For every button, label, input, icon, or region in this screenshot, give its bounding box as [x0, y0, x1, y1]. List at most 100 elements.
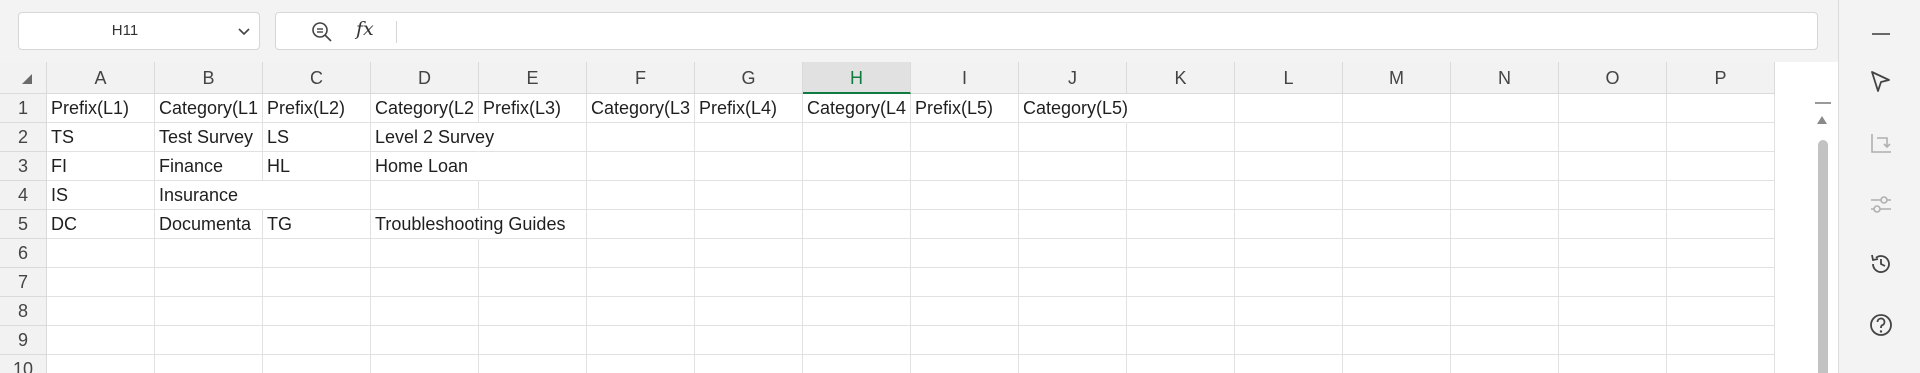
- cell-l9[interactable]: [1235, 326, 1343, 355]
- cell-f5[interactable]: [587, 210, 695, 239]
- cell-k8[interactable]: [1127, 297, 1235, 326]
- column-header-f[interactable]: F: [587, 62, 695, 94]
- cell-i3[interactable]: [911, 152, 1019, 181]
- cell-g10[interactable]: [695, 355, 803, 373]
- column-header-k[interactable]: K: [1127, 62, 1235, 94]
- cell-i8[interactable]: [911, 297, 1019, 326]
- cell-l5[interactable]: [1235, 210, 1343, 239]
- cell-p9[interactable]: [1667, 326, 1775, 355]
- cell-g4[interactable]: [695, 181, 803, 210]
- cell-g9[interactable]: [695, 326, 803, 355]
- fx-icon[interactable]: fx: [356, 18, 374, 40]
- cell-b3[interactable]: Finance: [155, 152, 263, 181]
- help-icon[interactable]: [1867, 311, 1895, 339]
- cell-n4[interactable]: [1451, 181, 1559, 210]
- cell-c1[interactable]: Prefix(L2): [263, 94, 371, 123]
- cell-a9[interactable]: [47, 326, 155, 355]
- cell-m8[interactable]: [1343, 297, 1451, 326]
- row-header-8[interactable]: 8: [0, 297, 47, 326]
- cell-o1[interactable]: [1559, 94, 1667, 123]
- row-header-10[interactable]: 10: [0, 355, 47, 373]
- cell-n1[interactable]: [1451, 94, 1559, 123]
- cell-i2[interactable]: [911, 123, 1019, 152]
- cell-k1[interactable]: [1127, 94, 1235, 123]
- chevron-down-icon[interactable]: [235, 22, 253, 40]
- cell-j5[interactable]: [1019, 210, 1127, 239]
- column-header-a[interactable]: A: [47, 62, 155, 94]
- cell-a4[interactable]: IS: [47, 181, 155, 210]
- scrollbar-thumb[interactable]: [1818, 140, 1828, 373]
- cell-d10[interactable]: [371, 355, 479, 373]
- cell-j3[interactable]: [1019, 152, 1127, 181]
- cell-f2[interactable]: [587, 123, 695, 152]
- cell-l7[interactable]: [1235, 268, 1343, 297]
- minimize-icon[interactable]: [1867, 20, 1895, 48]
- cell-p3[interactable]: [1667, 152, 1775, 181]
- cell-i9[interactable]: [911, 326, 1019, 355]
- column-header-n[interactable]: N: [1451, 62, 1559, 94]
- cell-g8[interactable]: [695, 297, 803, 326]
- cell-d5[interactable]: Troubleshooting Guides: [371, 210, 565, 239]
- cell-j8[interactable]: [1019, 297, 1127, 326]
- cell-b8[interactable]: [155, 297, 263, 326]
- row-header-7[interactable]: 7: [0, 268, 47, 297]
- spreadsheet-grid[interactable]: ABCDEFGHIJKLMNOP 1 2 3 4 5 6 7 8 9 10 Prefix(L1) C…: [0, 62, 1838, 373]
- cell-a2[interactable]: TS: [47, 123, 155, 152]
- row-header-3[interactable]: 3: [0, 152, 47, 181]
- cell-l10[interactable]: [1235, 355, 1343, 373]
- cell-i6[interactable]: [911, 239, 1019, 268]
- column-header-g[interactable]: G: [695, 62, 803, 94]
- column-header-l[interactable]: L: [1235, 62, 1343, 94]
- cell-c10[interactable]: [263, 355, 371, 373]
- cell-c5[interactable]: TG: [263, 210, 371, 239]
- cell-i4[interactable]: [911, 181, 1019, 210]
- cell-b10[interactable]: [155, 355, 263, 373]
- cell-d1[interactable]: Category(L2: [371, 94, 479, 123]
- cell-h10[interactable]: [803, 355, 911, 373]
- cell-c6[interactable]: [263, 239, 371, 268]
- cell-o8[interactable]: [1559, 297, 1667, 326]
- cell-j7[interactable]: [1019, 268, 1127, 297]
- cell-i1[interactable]: Prefix(L5): [911, 94, 1019, 123]
- cell-a7[interactable]: [47, 268, 155, 297]
- cell-f8[interactable]: [587, 297, 695, 326]
- cell-j9[interactable]: [1019, 326, 1127, 355]
- cell-e6[interactable]: [479, 239, 587, 268]
- column-header-p[interactable]: P: [1667, 62, 1775, 94]
- cell-m9[interactable]: [1343, 326, 1451, 355]
- cell-l8[interactable]: [1235, 297, 1343, 326]
- cell-l6[interactable]: [1235, 239, 1343, 268]
- cell-a5[interactable]: DC: [47, 210, 155, 239]
- cell-o7[interactable]: [1559, 268, 1667, 297]
- cell-e7[interactable]: [479, 268, 587, 297]
- cell-e10[interactable]: [479, 355, 587, 373]
- row-header-6[interactable]: 6: [0, 239, 47, 268]
- cell-a6[interactable]: [47, 239, 155, 268]
- cell-n9[interactable]: [1451, 326, 1559, 355]
- cell-o6[interactable]: [1559, 239, 1667, 268]
- cell-l2[interactable]: [1235, 123, 1343, 152]
- cell-e9[interactable]: [479, 326, 587, 355]
- cell-d6[interactable]: [371, 239, 479, 268]
- cell-f6[interactable]: [587, 239, 695, 268]
- column-header-d[interactable]: D: [371, 62, 479, 94]
- cell-k2[interactable]: [1127, 123, 1235, 152]
- cell-d8[interactable]: [371, 297, 479, 326]
- cell-h9[interactable]: [803, 326, 911, 355]
- cell-f7[interactable]: [587, 268, 695, 297]
- cell-h1[interactable]: Category(L4: [803, 94, 911, 123]
- select-all-corner[interactable]: [0, 62, 47, 94]
- cell-p6[interactable]: [1667, 239, 1775, 268]
- history-icon[interactable]: [1867, 250, 1895, 278]
- sliders-icon[interactable]: [1867, 190, 1895, 218]
- row-header-9[interactable]: 9: [0, 326, 47, 355]
- cell-f9[interactable]: [587, 326, 695, 355]
- cell-h5[interactable]: [803, 210, 911, 239]
- cell-o2[interactable]: [1559, 123, 1667, 152]
- cell-f3[interactable]: [587, 152, 695, 181]
- cell-k7[interactable]: [1127, 268, 1235, 297]
- cell-n3[interactable]: [1451, 152, 1559, 181]
- cell-n7[interactable]: [1451, 268, 1559, 297]
- cell-n8[interactable]: [1451, 297, 1559, 326]
- cell-o10[interactable]: [1559, 355, 1667, 373]
